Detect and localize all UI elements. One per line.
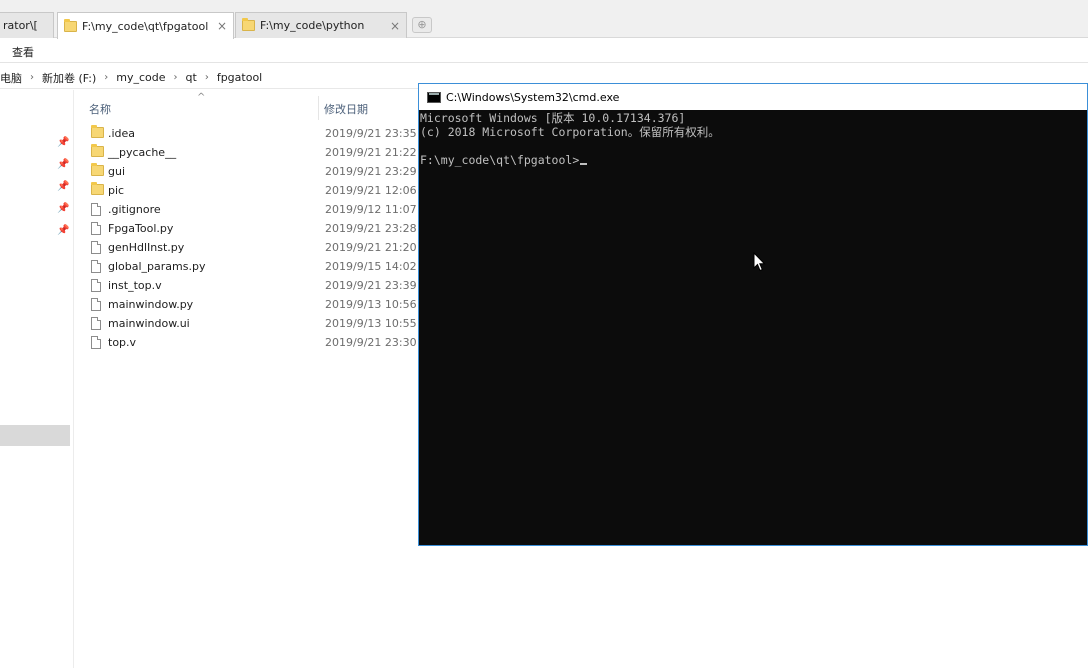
column-date-header[interactable]: 修改日期 xyxy=(324,101,368,117)
pin-icon[interactable]: 📌 xyxy=(57,159,69,170)
tab-python[interactable]: F:\my_code\python × xyxy=(235,12,407,38)
file-date: 2019/9/21 12:06 xyxy=(325,184,417,197)
list-item[interactable]: mainwindow.py 2019/9/13 10:56 xyxy=(74,295,418,314)
list-item[interactable]: FpgaTool.py 2019/9/21 23:28 xyxy=(74,219,418,238)
console-prompt: F:\my_code\qt\fpgatool> xyxy=(420,153,580,167)
file-date: 2019/9/13 10:56 xyxy=(325,298,417,311)
list-item[interactable]: mainwindow.ui 2019/9/13 10:55 xyxy=(74,314,418,333)
list-item[interactable]: gui 2019/9/21 23:29 xyxy=(74,162,418,181)
chevron-right-icon[interactable]: › xyxy=(100,72,112,83)
console-line: (c) 2018 Microsoft Corporation。保留所有权利。 xyxy=(420,125,720,139)
folder-icon xyxy=(91,144,104,157)
close-icon[interactable]: × xyxy=(217,19,227,33)
pin-icon[interactable]: 📌 xyxy=(57,137,69,148)
tab-label: rator\[ xyxy=(3,19,38,32)
file-name: pic xyxy=(108,184,125,197)
list-item[interactable]: genHdlInst.py 2019/9/21 21:20 xyxy=(74,238,418,257)
list-item[interactable]: __pycache__ 2019/9/21 21:22 xyxy=(74,143,418,162)
file-name: genHdlInst.py xyxy=(108,241,185,254)
console-prompt-line[interactable]: F:\my_code\qt\fpgatool> xyxy=(420,153,1086,167)
column-name-header[interactable]: 名称 xyxy=(89,101,111,117)
list-item[interactable]: global_params.py 2019/9/15 14:02 xyxy=(74,257,418,276)
file-icon xyxy=(91,260,101,273)
file-date: 2019/9/21 23:30 xyxy=(325,336,417,349)
folder-icon xyxy=(91,163,104,176)
list-item[interactable]: top.v 2019/9/21 23:30 xyxy=(74,333,418,352)
mouse-pointer-icon xyxy=(753,252,766,272)
file-icon xyxy=(91,222,101,235)
file-date: 2019/9/21 23:39 xyxy=(325,279,417,292)
file-name: mainwindow.ui xyxy=(108,317,190,330)
file-date: 2019/9/13 10:55 xyxy=(325,317,417,330)
list-item[interactable]: .gitignore 2019/9/12 11:07 xyxy=(74,200,418,219)
ribbon: 查看 xyxy=(0,39,1088,63)
pin-icon[interactable]: 📌 xyxy=(57,181,69,192)
file-name: FpgaTool.py xyxy=(108,222,174,235)
file-icon xyxy=(91,279,101,292)
file-date: 2019/9/21 23:28 xyxy=(325,222,417,235)
folder-icon xyxy=(64,18,77,32)
file-date: 2019/9/12 11:07 xyxy=(325,203,417,216)
tab-explorer-1[interactable]: rator\[ xyxy=(0,12,54,38)
list-item[interactable]: pic 2019/9/21 12:06 xyxy=(74,181,418,200)
tab-fpgatool[interactable]: F:\my_code\qt\fpgatool × xyxy=(57,12,234,39)
file-icon xyxy=(91,317,101,330)
file-icon xyxy=(91,336,101,349)
pin-icon[interactable]: 📌 xyxy=(57,203,69,214)
file-name: __pycache__ xyxy=(108,146,177,159)
file-icon xyxy=(91,298,101,311)
tab-strip: rator\[ F:\my_code\qt\fpgatool × F:\my_c… xyxy=(0,0,1088,39)
file-name: global_params.py xyxy=(108,260,206,273)
breadcrumb-item[interactable]: 新加卷 (F:) xyxy=(38,70,100,86)
chevron-right-icon[interactable]: › xyxy=(170,72,182,83)
cmd-title-bar[interactable]: C:\Windows\System32\cmd.exe xyxy=(419,84,1087,110)
console-output[interactable]: Microsoft Windows [版本 10.0.17134.376] (c)… xyxy=(419,111,1087,167)
file-date: 2019/9/21 23:29 xyxy=(325,165,417,178)
file-name: top.v xyxy=(108,336,137,349)
list-item[interactable]: .idea 2019/9/21 23:35 xyxy=(74,124,418,143)
column-header: ^ 名称 修改日期 xyxy=(74,92,418,120)
ribbon-tab-view[interactable]: 查看 xyxy=(12,44,34,60)
text-cursor xyxy=(580,163,588,165)
chevron-right-icon[interactable]: › xyxy=(26,72,38,83)
nav-item-selected[interactable] xyxy=(0,425,70,446)
folder-icon xyxy=(91,125,104,138)
list-item[interactable]: inst_top.v 2019/9/21 23:39 xyxy=(74,276,418,295)
cmd-window[interactable]: C:\Windows\System32\cmd.exe Microsoft Wi… xyxy=(418,83,1088,546)
breadcrumb-item[interactable]: fpgatool xyxy=(213,71,266,84)
tab-label: F:\my_code\python xyxy=(260,19,365,32)
new-tab-button[interactable]: ⊕ xyxy=(412,17,432,33)
breadcrumb-item[interactable]: my_code xyxy=(112,71,169,84)
file-icon xyxy=(91,203,101,216)
cmd-window-title: C:\Windows\System32\cmd.exe xyxy=(446,90,620,104)
file-name: mainwindow.py xyxy=(108,298,194,311)
file-name: .idea xyxy=(108,127,136,140)
file-date: 2019/9/21 21:22 xyxy=(325,146,417,159)
chevron-right-icon[interactable]: › xyxy=(201,72,213,83)
file-date: 2019/9/15 14:02 xyxy=(325,260,417,273)
tab-label: F:\my_code\qt\fpgatool xyxy=(82,19,209,33)
file-date: 2019/9/21 21:20 xyxy=(325,241,417,254)
sort-up-icon: ^ xyxy=(197,92,206,103)
file-name: gui xyxy=(108,165,126,178)
console-line: Microsoft Windows [版本 10.0.17134.376] xyxy=(420,111,686,125)
file-date: 2019/9/21 23:35 xyxy=(325,127,417,140)
navigation-pane: 📌 📌 📌 📌 📌 xyxy=(0,90,74,668)
file-icon xyxy=(91,241,101,254)
folder-icon xyxy=(91,182,104,195)
pin-icon[interactable]: 📌 xyxy=(57,225,69,236)
breadcrumb-item[interactable]: 电脑 xyxy=(0,70,26,86)
file-name: inst_top.v xyxy=(108,279,162,292)
breadcrumb-item[interactable]: qt xyxy=(182,71,201,84)
file-list: .idea 2019/9/21 23:35 __pycache__ 2019/9/2… xyxy=(74,124,418,352)
folder-icon xyxy=(242,18,255,31)
file-name: .gitignore xyxy=(108,203,161,216)
terminal-icon xyxy=(427,91,441,103)
close-icon[interactable]: × xyxy=(390,19,400,33)
column-divider[interactable] xyxy=(318,96,319,120)
